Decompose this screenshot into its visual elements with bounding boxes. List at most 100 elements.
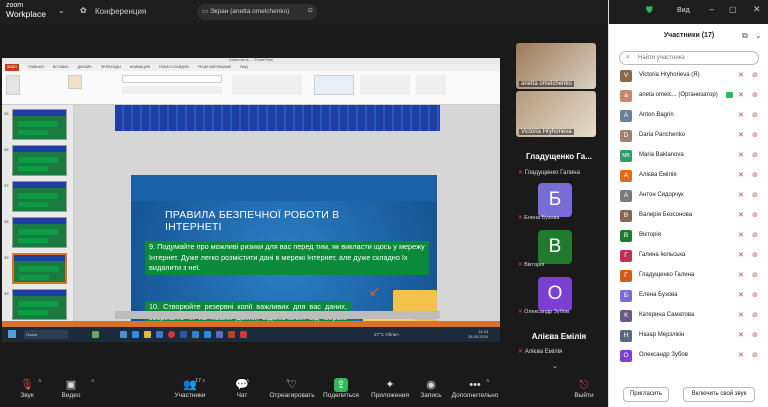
chevron-up-icon[interactable]: ˄ — [202, 379, 206, 385]
video-tile-label: ✕ Вікторія — [518, 262, 544, 268]
slide-number: 29 — [4, 255, 9, 260]
meeting-title: Конференция — [95, 7, 147, 16]
windows-start-icon[interactable] — [8, 330, 16, 338]
participant-count: 17 — [195, 378, 202, 384]
chat-icon: 💬 — [235, 379, 249, 391]
chevron-up-icon[interactable]: ˄ — [486, 379, 490, 385]
slide-thumbnail[interactable] — [12, 181, 67, 212]
chevron-down-icon[interactable]: ⌄ — [58, 6, 65, 15]
ribbon-tab[interactable]: АНИМАЦИЯ — [130, 64, 150, 71]
participant-row[interactable]: К Катерина Саматова ✕ ⊘ — [609, 307, 768, 325]
meeting-toolbar: 🎙 Звук ▣ Видео 👥 Участники 17 💬 Чат ♡ Отреагироват… — [0, 374, 608, 407]
drawing-group[interactable] — [360, 75, 410, 95]
video-tile-host[interactable]: Victoria Hryhorieva — [516, 91, 596, 137]
ribbon-tab[interactable]: ДИЗАЙН — [78, 64, 92, 71]
unmute-self-button[interactable]: Включить свой звук — [683, 387, 755, 402]
taskbar-app-icon[interactable] — [216, 331, 223, 338]
taskbar-app-icon[interactable] — [92, 331, 99, 338]
chevron-up-icon[interactable]: ˄ — [91, 379, 95, 385]
toolbar-label: Видео — [61, 392, 81, 399]
new-slide-icon[interactable] — [68, 75, 82, 89]
ribbon-tab[interactable]: ГЛАВНАЯ — [28, 64, 44, 71]
video-tile-self[interactable]: anetta omelchenko — [516, 43, 596, 89]
participant-avatar: Г — [620, 270, 632, 282]
ribbon-tab[interactable]: ПЕРЕХОДЫ — [101, 64, 121, 71]
taskbar-powerpoint-icon[interactable] — [228, 331, 235, 338]
ribbon-tab[interactable]: ВСТАВКА — [53, 64, 69, 71]
ribbon-tab[interactable]: ВИД — [240, 64, 247, 71]
participant-avatar: А — [620, 190, 632, 202]
participant-row[interactable]: О Олександр Зубов ✕ ⊘ — [609, 347, 768, 365]
slide-bottom-band — [115, 311, 440, 319]
participant-row[interactable]: Б Елена Бузова ✕ ⊘ — [609, 287, 768, 305]
chevron-up-icon[interactable]: ˄ — [38, 379, 42, 385]
taskbar-search[interactable]: Поиск — [24, 330, 68, 339]
slide-top-squares — [115, 105, 440, 131]
paragraph-group[interactable] — [232, 75, 302, 95]
camera-icon: ▣ — [65, 379, 77, 391]
taskbar-app-icon[interactable] — [156, 331, 163, 338]
participant-avatar: В — [620, 230, 632, 242]
taskbar-app-icon[interactable] — [132, 331, 139, 338]
toolbar-button-5[interactable]: ⇪ Поделиться — [315, 378, 367, 399]
minimize-icon[interactable]: – — [709, 4, 714, 14]
taskbar-chrome-icon[interactable] — [168, 331, 175, 338]
ribbon-tab[interactable]: ПОКАЗ СЛАЙДОВ — [159, 64, 189, 71]
taskbar-zoom-icon[interactable] — [204, 331, 211, 338]
popout-icon[interactable]: ⧉ — [742, 31, 748, 41]
shapes-gallery[interactable] — [314, 75, 354, 95]
restore-icon[interactable]: ▢ — [729, 5, 737, 14]
taskbar-search-label: Поиск — [26, 332, 38, 337]
toolbar-button-3[interactable]: 💬 Чат — [216, 378, 268, 399]
slide-thumbnail[interactable] — [12, 109, 67, 140]
participant-row[interactable]: V Victoria Hryhorieva (Я) ✕ ⊘ — [609, 67, 768, 85]
participant-row[interactable]: a aneta omelc... (Организатор) ✕ ⊘ — [609, 87, 768, 105]
participants-panel: ⛊ Вид – ▢ ✕ Участники (17) ⧉ ⌄ ⌕ Найти у… — [608, 0, 768, 407]
font-selector[interactable] — [122, 75, 222, 83]
taskbar-folder-icon[interactable] — [144, 331, 151, 338]
participant-row[interactable]: D Daria Panchenko ✕ ⊘ — [609, 127, 768, 145]
font-format-buttons[interactable] — [122, 86, 222, 94]
participant-row[interactable]: A Anton Bagrin ✕ ⊘ — [609, 107, 768, 125]
slide-rule-9: 9. Подумайте про можливі ризики для вас … — [145, 241, 429, 275]
chevron-up-icon[interactable]: ˄ — [246, 379, 250, 385]
slide-thumbnails[interactable]: 25 26 27 28 29 30 — [2, 105, 74, 321]
participant-search-input[interactable]: ⌕ Найти участника — [619, 51, 759, 65]
participant-row[interactable]: В Валерія Безсонова ✕ ⊘ — [609, 207, 768, 225]
participant-row[interactable]: А Антон Сидорчук ✕ ⊘ — [609, 187, 768, 205]
participant-row[interactable]: Н Назар Мерзлікін ✕ ⊘ — [609, 327, 768, 345]
toolbar-button-8[interactable]: ••• Дополнительно — [449, 378, 501, 399]
share-options-icon[interactable]: ⊙ — [308, 6, 313, 14]
editing-group[interactable] — [416, 75, 446, 95]
view-label[interactable]: Вид — [677, 7, 690, 14]
participant-row[interactable]: MB Maria Baklanova ✕ ⊘ — [609, 147, 768, 165]
taskbar-app-icon[interactable] — [120, 331, 127, 338]
toolbar-button-9[interactable]: ⎋ Выйти — [558, 378, 610, 399]
camera-off-icon: ⊘ — [752, 72, 758, 79]
toolbar-button-2[interactable]: 👥 Участники 17 — [164, 378, 216, 399]
participant-row[interactable]: А Алієва Емілія ✕ ⊘ — [609, 167, 768, 185]
slide-thumbnail[interactable] — [12, 217, 67, 248]
chevron-down-icon[interactable]: ⌄ — [552, 362, 558, 370]
taskbar-app-icon[interactable] — [192, 331, 199, 338]
toolbar-button-1[interactable]: ▣ Видео — [45, 378, 97, 399]
paste-icon[interactable] — [6, 75, 20, 95]
slide-thumbnail[interactable] — [12, 289, 67, 320]
camera-off-icon: ⊘ — [752, 312, 758, 319]
slide-thumbnail[interactable] — [12, 145, 67, 176]
close-icon[interactable]: ✕ — [753, 4, 761, 15]
taskbar-app-icon[interactable] — [240, 331, 247, 338]
slide-thumbnail[interactable] — [12, 253, 67, 284]
participant-row[interactable]: В Вікторія ✕ ⊘ — [609, 227, 768, 245]
ribbon-tab[interactable]: ФАЙЛ — [5, 64, 19, 71]
taskbar-word-icon[interactable] — [180, 331, 187, 338]
participant-row[interactable]: Г Гладущенко Галина ✕ ⊘ — [609, 267, 768, 285]
participant-row[interactable]: Г Галина Іюльська ✕ ⊘ — [609, 247, 768, 265]
ribbon-tab[interactable]: РЕЦЕНЗИРОВАНИЕ — [198, 64, 232, 71]
slide-title-line2: ІНТЕРНЕТІ — [165, 221, 222, 233]
share-indicator[interactable]: ▭ Экран (anetta omelchenko) ⊙ — [197, 4, 317, 20]
collapse-icon[interactable]: ⌄ — [755, 31, 762, 40]
invite-button[interactable]: Пригласить — [623, 387, 669, 402]
chevron-up-icon[interactable]: ˄ — [286, 379, 290, 385]
toolbar-button-4[interactable]: ♡ Отреагировать — [266, 378, 318, 399]
